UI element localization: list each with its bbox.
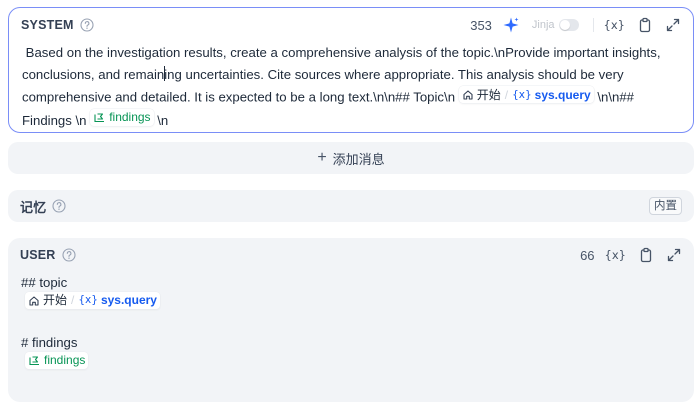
prompt-line: findings — [21, 352, 680, 372]
system-prompt-card: SYSTEM 353 Jinja {x} Based on the invest… — [8, 7, 694, 133]
separator: / — [504, 87, 509, 102]
expand-icon[interactable] — [666, 247, 682, 263]
prompt-line: ## topic — [21, 275, 68, 290]
help-icon[interactable] — [61, 248, 76, 262]
node-label: 开始 — [43, 293, 68, 307]
user-header: USER 66 {x} — [20, 238, 682, 272]
node-label: 开始 — [476, 87, 501, 102]
prompt-line: 开始 / {x} sys.query — [21, 292, 680, 312]
home-icon — [28, 295, 40, 307]
help-icon[interactable] — [52, 199, 66, 213]
variable-icon: {x} — [78, 294, 98, 306]
insert-variable-button[interactable]: {x} — [604, 18, 625, 32]
copy-icon[interactable] — [637, 17, 653, 33]
variable-icon: {x} — [512, 88, 532, 101]
user-prompt-card: USER 66 {x} ## topic 开始 / {x} sys.query # f… — [8, 238, 694, 402]
variable-name: sys.query — [100, 293, 157, 307]
system-header: SYSTEM 353 Jinja {x} — [21, 8, 681, 42]
variable-name: sys.query — [534, 87, 591, 102]
jinja-label: Jinja — [531, 19, 555, 31]
variable-name: findings — [44, 353, 86, 367]
expand-icon[interactable] — [665, 17, 681, 33]
token-count: 353 — [470, 17, 492, 33]
variable-pill-findings[interactable]: findings — [90, 108, 154, 126]
toggle-switch[interactable] — [558, 19, 579, 31]
memory-title: 记忆 — [20, 199, 47, 215]
loop-icon — [28, 354, 41, 367]
insert-variable-button[interactable]: {x} — [605, 248, 626, 262]
help-icon[interactable] — [80, 18, 94, 32]
token-count: 66 — [580, 247, 595, 263]
variable-name: findings — [109, 110, 151, 124]
loop-icon — [93, 111, 106, 124]
variable-pill-sys-query[interactable]: 开始 / {x} sys.query — [25, 292, 160, 309]
user-role-title: USER — [20, 248, 56, 262]
memory-card[interactable]: 记忆 内置 — [8, 190, 694, 222]
prompt-line: # findings — [21, 335, 78, 350]
sparkle-icon[interactable] — [502, 16, 520, 34]
add-message-button[interactable]: + 添加消息 — [8, 142, 694, 174]
builtin-badge: 内置 — [649, 197, 682, 215]
plus-icon: + — [317, 149, 327, 166]
variable-pill-findings[interactable]: findings — [25, 352, 89, 369]
home-icon — [462, 89, 474, 101]
separator: / — [71, 293, 75, 307]
prompt-text-part: \n — [153, 112, 169, 128]
copy-icon[interactable] — [638, 247, 654, 263]
system-prompt-editor[interactable]: Based on the investigation results, crea… — [22, 42, 679, 132]
divider — [592, 18, 594, 32]
system-role-title: SYSTEM — [21, 18, 74, 32]
user-prompt-editor[interactable]: ## topic 开始 / {x} sys.query # findings find… — [21, 272, 680, 372]
jinja-toggle[interactable]: Jinja — [532, 19, 579, 31]
variable-pill-sys-query[interactable]: 开始 / {x} sys.query — [458, 86, 594, 103]
add-message-label: 添加消息 — [332, 151, 385, 167]
